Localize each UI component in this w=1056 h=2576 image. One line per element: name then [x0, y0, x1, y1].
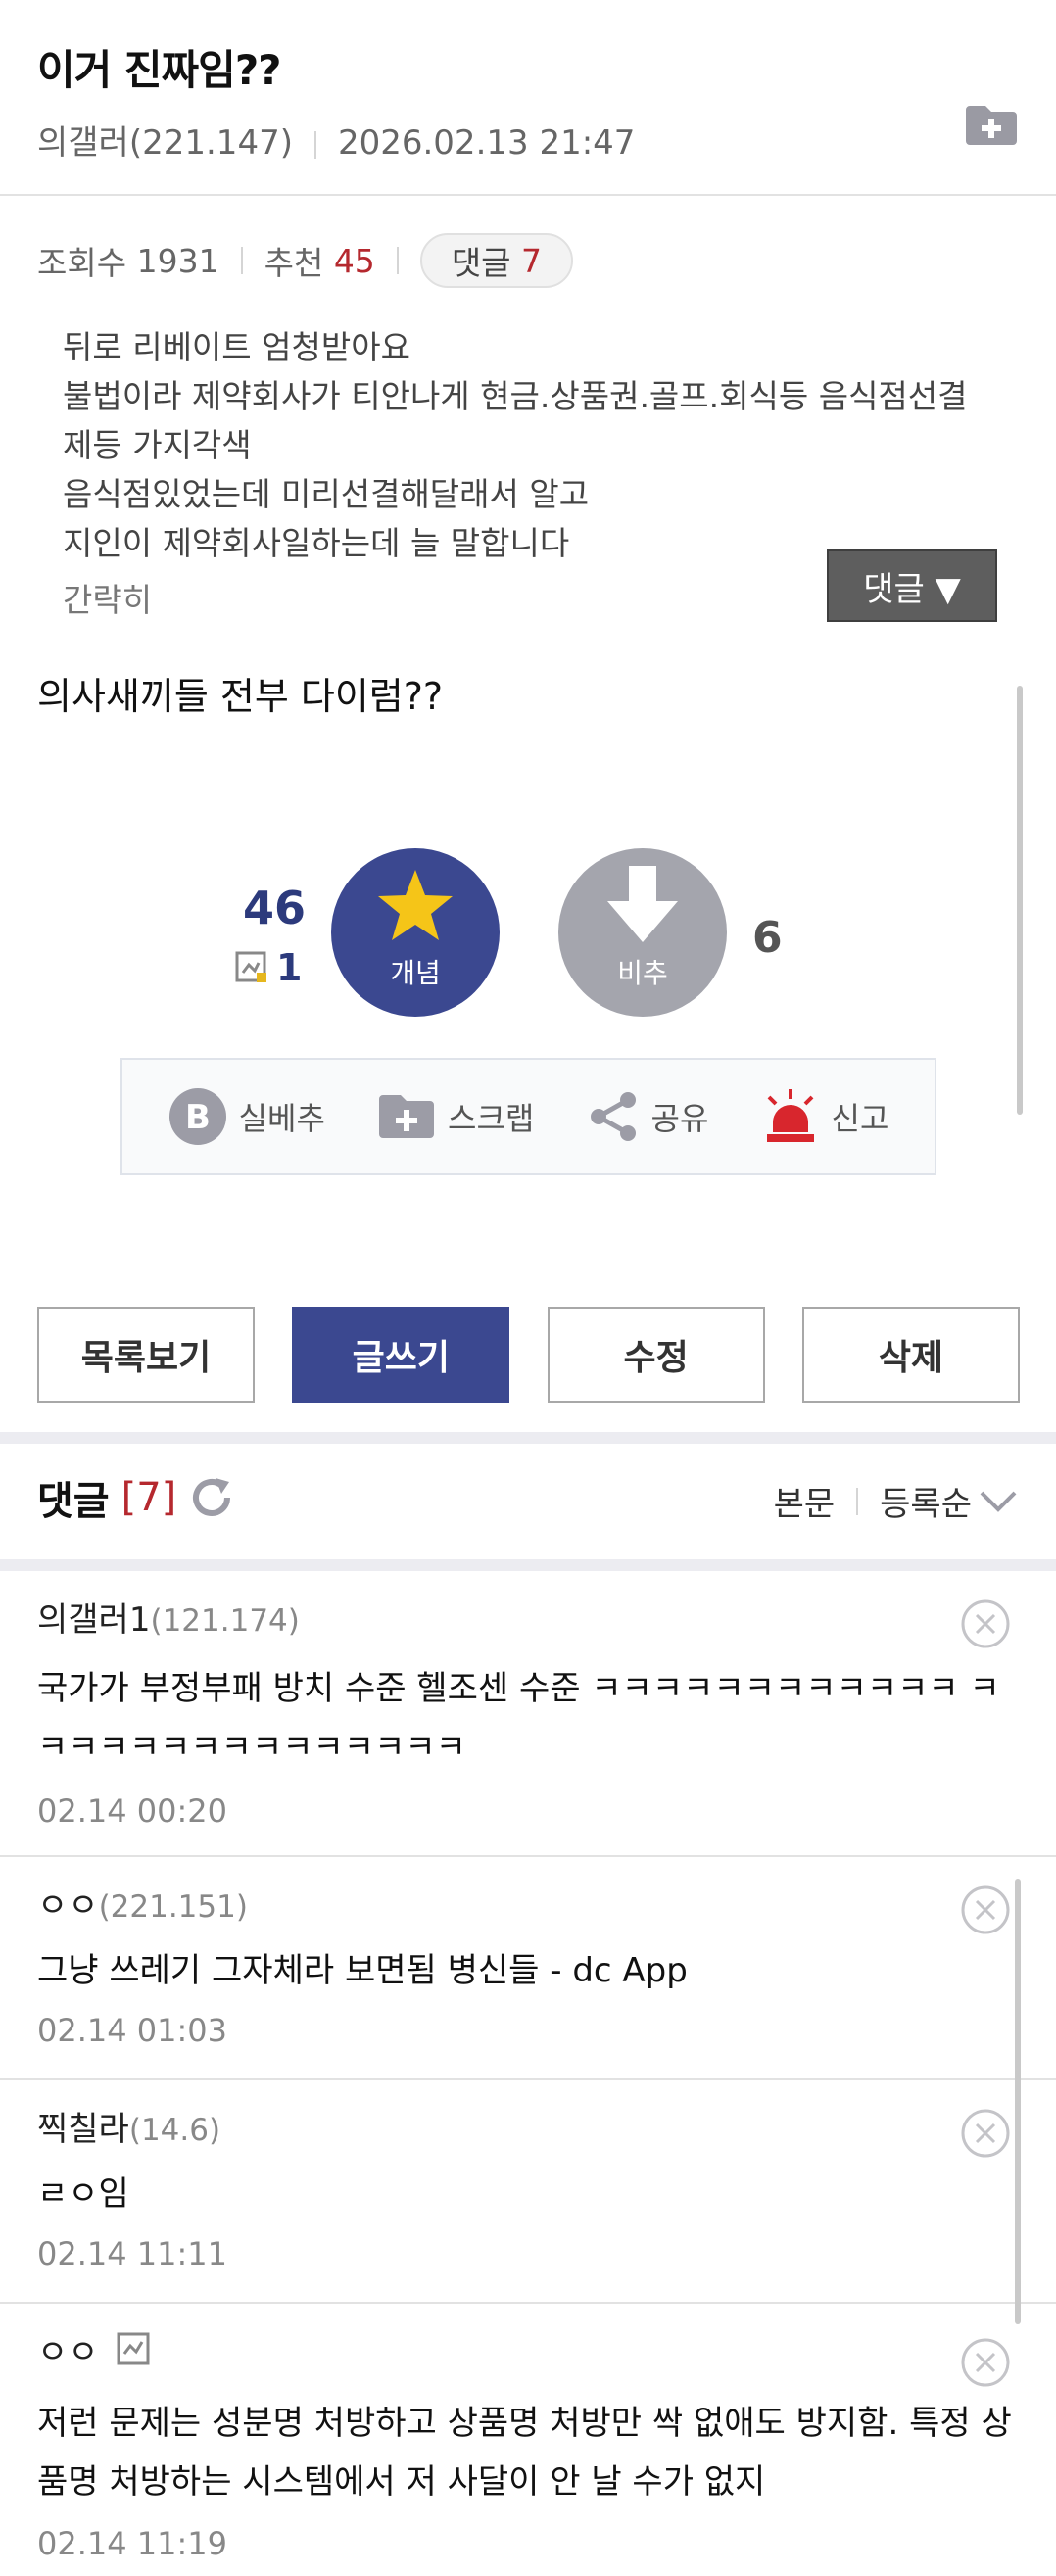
scrap-label: 스크랩	[448, 1100, 535, 1137]
comment-nick: ㅇㅇ	[37, 1886, 99, 1926]
section-divider	[0, 1559, 1056, 1571]
upvote-count: 46	[243, 882, 307, 934]
comment-time: 02.14 11:11	[37, 2235, 227, 2272]
comment-item: ㅇㅇ(221.151) 그냥 쓰레기 그자체라 보면됨 병신들 - dc App…	[0, 1857, 1056, 2080]
views-count: 1931	[136, 241, 219, 280]
post-header: 이거 진짜임?? 의갤러(221.147) 2026.02.13 21:47	[0, 0, 1056, 196]
comment-nick: ㅇㅇ	[37, 2333, 99, 2372]
comment-item: ㅇㅇ 저런 문제는 성분명 처방하고 상품명 처방만 싹 없애도 방지함. 특정…	[0, 2304, 1056, 2576]
post-title: 이거 진짜임??	[37, 46, 282, 94]
report-action[interactable]: 신고	[761, 1087, 889, 1146]
comment-time: 02.14 11:19	[37, 2525, 227, 2562]
comments-count: [7]	[120, 1475, 177, 1520]
delete-button[interactable]: 삭제	[801, 1307, 1020, 1403]
comment-label: 댓글	[451, 244, 511, 282]
b-badge-icon: B	[168, 1088, 226, 1145]
fixed-upvote: 1	[235, 946, 302, 989]
comment-author[interactable]: ㅇㅇ	[37, 2325, 150, 2373]
divider	[856, 1487, 859, 1515]
scrollbar[interactable]	[1015, 1879, 1021, 2324]
svg-text:B: B	[185, 1098, 211, 1137]
scrollbar[interactable]	[1017, 686, 1023, 1115]
section-divider	[0, 1432, 1056, 1444]
divider	[396, 247, 399, 274]
preview-line: 음식점있었는데 미리선결해달래서 알고	[63, 475, 590, 513]
comment-nick: 의갤러1	[37, 1600, 151, 1640]
recommend-label: 추천	[264, 244, 324, 282]
upvote-label: 개념	[390, 957, 441, 989]
share-action[interactable]: 공유	[587, 1090, 709, 1143]
comment-author[interactable]: 찍칠라(14.6)	[37, 2102, 220, 2150]
delete-comment-icon[interactable]	[960, 2337, 1011, 2388]
delete-comment-icon[interactable]	[960, 1884, 1011, 1935]
delete-comment-icon[interactable]	[960, 1598, 1011, 1649]
comments-title: 댓글	[37, 1479, 110, 1524]
comment-item: 의갤러1(121.174) 국가가 부정부패 방치 수준 헬조센 수준 ㅋㅋㅋㅋ…	[0, 1571, 1056, 1857]
delete-comment-icon[interactable]	[960, 2108, 1011, 2159]
best-recommend-action[interactable]: B 실베추	[168, 1087, 325, 1146]
divider	[313, 130, 316, 159]
divider	[240, 247, 243, 274]
recommend-count: 45	[333, 241, 375, 280]
sort-body-link[interactable]: 본문	[774, 1477, 836, 1525]
star-icon	[378, 870, 453, 940]
comment-ip: (221.151)	[98, 1889, 248, 1925]
comment-text: 국가가 부정부패 방치 수준 헬조센 수준 ㅋㅋㅋㅋㅋㅋㅋㅋㅋㅋㅋㅋ ㅋㅋㅋㅋㅋ…	[37, 1669, 1000, 1767]
arrow-down-icon	[607, 866, 678, 942]
views-label: 조회수	[37, 244, 127, 282]
best-recommend-label: 실베추	[238, 1100, 325, 1137]
preview-line: 불법이라 제약회사가 티안나게 현금.상품권.골프.회식등 음식점선결	[63, 377, 968, 415]
preview-line: 제등 가지각색	[63, 426, 252, 464]
fixed-upvote-count: 1	[276, 946, 303, 989]
comment-toggle-button[interactable]: 댓글 ▼	[827, 549, 997, 622]
share-icon	[590, 1092, 636, 1141]
comment-nick: 찍칠라	[37, 2110, 129, 2149]
comment-author[interactable]: ㅇㅇ(221.151)	[37, 1879, 248, 1927]
fixed-user-icon	[117, 2332, 150, 2365]
comment-time: 02.14 01:03	[37, 2012, 227, 2049]
downvote-label: 비추	[617, 957, 668, 989]
post-meta: 의갤러(221.147) 2026.02.13 21:47	[37, 116, 635, 164]
comment-text: 저런 문제는 성분명 처방하고 상품명 처방만 싹 없애도 방지함. 특정 상품…	[37, 2404, 1012, 2502]
chevron-down-icon[interactable]	[978, 1487, 1019, 1516]
preview-line: 뒤로 리베이트 엄청받아요	[63, 328, 410, 366]
comment-text: ㄹㅇ임	[37, 2174, 129, 2214]
post-body: 의사새끼들 전부 다이럼??	[37, 675, 444, 718]
comment-ip: (14.6)	[128, 2113, 221, 2148]
downvote-count: 6	[752, 913, 783, 963]
comment-author[interactable]: 의갤러1(121.174)	[37, 1593, 300, 1641]
comment-count-pill[interactable]: 댓글 7	[419, 233, 574, 288]
list-button[interactable]: 목록보기	[37, 1307, 255, 1403]
report-label: 신고	[831, 1100, 889, 1137]
edit-button[interactable]: 수정	[547, 1307, 765, 1403]
post-date: 2026.02.13 21:47	[337, 123, 636, 163]
comment-count: 7	[521, 241, 543, 280]
action-bar: B 실베추 스크랩 공유 신고	[120, 1058, 936, 1175]
downvote-button[interactable]: 비추	[558, 848, 727, 1017]
comment-text: 그냥 쓰레기 그자체라 보면됨 병신들 - dc App	[37, 1951, 688, 1990]
post-author[interactable]: 의갤러(221.147)	[37, 123, 293, 163]
comment-sort: 본문 등록순	[774, 1477, 1019, 1525]
fixed-user-icon	[235, 951, 266, 982]
sort-order-select[interactable]: 등록순	[880, 1477, 972, 1525]
upvote-button[interactable]: 개념	[331, 848, 500, 1017]
comment-item: 찍칠라(14.6) ㄹㅇ임 02.14 11:11	[0, 2080, 1056, 2304]
share-label: 공유	[650, 1100, 709, 1137]
post-stats: 조회수 1931 추천 45 댓글 7	[37, 233, 574, 288]
write-button[interactable]: 글쓰기	[292, 1307, 510, 1403]
refresh-icon[interactable]	[188, 1474, 235, 1521]
scrap-action[interactable]: 스크랩	[377, 1091, 534, 1142]
comments-header: 댓글 [7]	[37, 1469, 235, 1526]
siren-icon	[766, 1089, 814, 1142]
comment-ip: (121.174)	[150, 1603, 300, 1639]
post-button-row: 목록보기 글쓰기 수정 삭제	[37, 1307, 1020, 1403]
folder-add-icon[interactable]	[964, 102, 1019, 147]
comment-time: 02.14 00:20	[37, 1792, 227, 1830]
folder-add-icon	[379, 1095, 435, 1138]
